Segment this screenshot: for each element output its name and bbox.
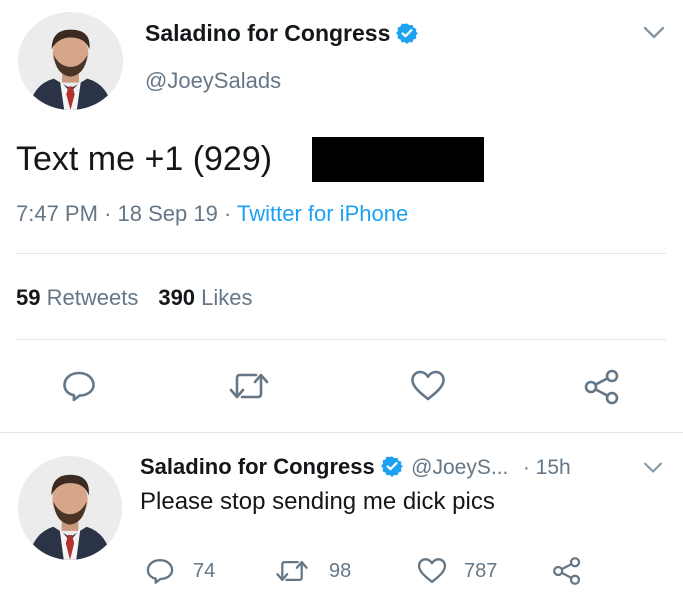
meta-separator: · [223,201,232,226]
avatar[interactable] [18,456,122,560]
tweet-date[interactable]: 18 Sep 19 [118,201,218,226]
author-name[interactable]: Saladino for Congress [145,20,390,46]
thread-divider [0,432,683,433]
verified-badge-icon [380,455,403,482]
retweet-count: 98 [329,560,352,582]
retweet-icon[interactable] [228,368,270,404]
tweet-text: Text me +1 (929) [16,140,273,178]
retweets-count: 59 [16,285,41,310]
verified-badge-icon [396,22,419,50]
reply-icon[interactable] [145,556,175,586]
share-icon[interactable] [582,368,622,406]
likes-stat[interactable]: 390 Likes [158,285,252,310]
meta-separator: · [104,201,112,226]
reply-text: Please stop sending me dick pics [140,488,495,515]
likes-label: Likes [201,285,253,310]
redaction-box [312,137,484,182]
like-count: 787 [464,560,498,582]
reply-age[interactable]: · 15h [523,456,571,479]
reply-author-name[interactable]: Saladino for Congress [140,454,375,479]
retweet-icon[interactable] [275,556,309,586]
heart-icon[interactable] [409,368,447,404]
author-handle[interactable]: @JoeySalads [145,68,281,94]
likes-count: 390 [158,285,196,310]
share-icon[interactable] [551,555,583,587]
reply-icon[interactable] [61,368,97,404]
avatar[interactable] [18,12,123,110]
retweets-stat[interactable]: 59 Retweets [16,285,138,310]
reply-count: 74 [193,560,216,582]
tweet-source-link[interactable]: Twitter for iPhone [237,201,408,226]
divider [16,253,666,254]
retweets-label: Retweets [46,285,139,310]
heart-icon[interactable] [416,556,448,586]
reply-author-handle[interactable]: @JoeyS... [411,456,508,479]
tweet-time[interactable]: 7:47 PM [16,201,98,226]
divider [16,339,666,340]
chevron-down-icon[interactable] [642,25,666,41]
chevron-down-icon[interactable] [642,461,664,475]
